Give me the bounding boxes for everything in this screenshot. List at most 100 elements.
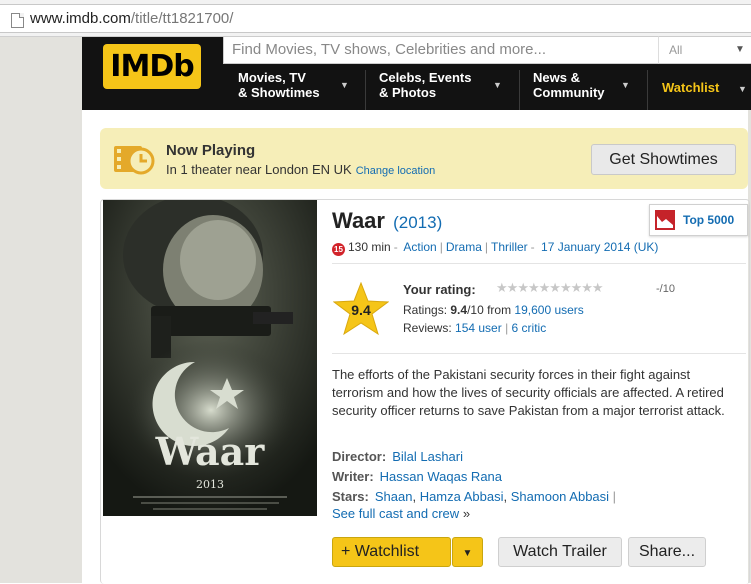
movie-poster[interactable]: Waar 2013 — [103, 200, 317, 516]
imdb-logo[interactable]: IMDb — [103, 44, 201, 89]
star-icon[interactable]: ★ — [507, 280, 519, 295]
get-showtimes-button[interactable]: Get Showtimes — [591, 144, 736, 175]
poster-year-text: 2013 — [196, 478, 224, 491]
nav-watchlist-label: Watchlist — [662, 80, 720, 95]
page-title: Waar — [332, 208, 385, 233]
nav-news-line1: News & — [533, 70, 580, 85]
chevron-down-icon: ▼ — [735, 44, 745, 55]
search-box — [223, 36, 659, 64]
star-link-shaan[interactable]: Shaan — [375, 489, 413, 504]
divider — [332, 263, 746, 264]
poster-artwork: Waar 2013 — [103, 200, 317, 516]
share-button[interactable]: Share... — [628, 537, 706, 567]
certificate-badge: 15 — [332, 243, 345, 256]
star-icon[interactable]: ★ — [539, 280, 551, 295]
star-icon[interactable]: ★ — [581, 280, 593, 295]
star-icon[interactable]: ★ — [571, 280, 583, 295]
stars-label: Stars: — [332, 489, 369, 504]
now-playing-location: In 1 theater near London EN UK — [166, 162, 352, 177]
critic-reviews-link[interactable]: 6 critic — [512, 321, 547, 335]
nav-celebs-line1: Celebs, Events — [379, 70, 472, 85]
nav-movies-tv[interactable]: Movies, TV & Showtimes ▼ — [238, 70, 349, 110]
url-host: www.imdb.com — [30, 10, 131, 27]
nav-news-line2: Community — [533, 85, 605, 100]
imdb-header: IMDb All ▼ Movies, TV & Showtimes ▼ Cele… — [82, 36, 751, 110]
poster-title-text: Waar — [155, 429, 266, 474]
star-icon[interactable]: ★ — [528, 280, 540, 295]
user-rating-stars[interactable]: ★★★★★★★★★★ — [496, 280, 604, 296]
nav-celebs-line2: & Photos — [379, 85, 437, 100]
top-5000-badge[interactable]: Top 5000 — [649, 204, 748, 236]
full-cast-link[interactable]: See full cast and crew — [332, 506, 459, 521]
browser-address-bar: www.imdb.com/title/tt1821700/ — [0, 0, 751, 37]
nav-divider — [365, 70, 366, 110]
stars-credit: Stars: Shaan, Hamza Abbasi, Shamoon Abbas… — [332, 489, 617, 504]
trend-chart-icon — [655, 210, 675, 230]
divider — [332, 353, 746, 354]
reviews-label: Reviews: — [403, 321, 452, 335]
genre-link-drama[interactable]: Drama — [446, 240, 482, 254]
ratings-label: Ratings: — [403, 303, 448, 317]
genre-link-action[interactable]: Action — [403, 240, 436, 254]
watchlist-dropdown-button[interactable]: ▼ — [452, 537, 483, 567]
imdb-rating-value: 9.4 — [351, 302, 371, 318]
nav-divider — [519, 70, 520, 110]
watch-trailer-button[interactable]: Watch Trailer — [498, 537, 622, 567]
nav-celebs-events[interactable]: Celebs, Events & Photos ▼ — [379, 70, 502, 110]
release-date-link[interactable]: 17 January 2014 (UK) — [541, 240, 658, 254]
caret-down-icon: ▼ — [493, 80, 502, 90]
caret-down-icon: ▼ — [621, 80, 630, 90]
nav-news-community[interactable]: News & Community ▼ — [533, 70, 630, 110]
search-input[interactable] — [224, 37, 652, 61]
full-cast-row: See full cast and crew » — [332, 506, 471, 521]
reviews-summary: Reviews: 154 user | 6 critic — [403, 321, 547, 335]
caret-down-icon: ▼ — [340, 80, 349, 90]
ratings-score: 9.4 — [450, 303, 468, 317]
left-page-gutter — [0, 37, 82, 583]
writer-label: Writer: — [332, 469, 374, 484]
url-path: /title/tt1821700/ — [130, 10, 234, 27]
top-5000-label: Top 5000 — [683, 213, 735, 227]
ratings-out-of: /10 from — [467, 303, 512, 317]
writer-credit: Writer: Hassan Waqas Rana — [332, 469, 502, 484]
caret-down-icon: ▼ — [738, 84, 747, 94]
plot-description: The efforts of the Pakistani security fo… — [332, 367, 725, 418]
title-year-link[interactable]: (2013) — [393, 213, 442, 232]
now-playing-banner: Now Playing In 1 theater near London EN … — [100, 128, 748, 189]
nav-divider — [647, 70, 648, 110]
nav-movies-line1: Movies, TV — [238, 70, 306, 85]
ratings-users-link[interactable]: 19,600 users — [514, 303, 583, 317]
director-credit: Director: Bilal Lashari — [332, 449, 463, 464]
writer-link[interactable]: Hassan Waqas Rana — [380, 469, 502, 484]
title-infobar: 15 130 min - Action | Drama | Thriller - 17 Jan… — [332, 240, 658, 256]
title-header: Waar (2013) — [332, 208, 442, 234]
page-icon — [11, 13, 24, 28]
star-icon[interactable]: ★ — [496, 280, 508, 295]
your-rating-value: -/10 — [656, 283, 675, 295]
search-category-label: All — [669, 43, 683, 57]
url-text: www.imdb.com/title/tt1821700/ — [30, 10, 233, 27]
star-icon[interactable]: ★ — [592, 280, 604, 295]
add-to-watchlist-button[interactable]: + Watchlist — [332, 537, 451, 567]
logo-text: IMDb — [110, 49, 194, 84]
now-playing-title: Now Playing — [166, 142, 256, 159]
star-link-shamoon-abbasi[interactable]: Shamoon Abbasi — [511, 489, 609, 504]
url-field[interactable]: www.imdb.com/title/tt1821700/ — [0, 4, 751, 33]
your-rating-label: Your rating: — [403, 282, 476, 297]
star-icon[interactable]: ★ — [560, 280, 572, 295]
film-clock-icon — [114, 146, 155, 175]
user-reviews-link[interactable]: 154 user — [455, 321, 502, 335]
main-content: Now Playing In 1 theater near London EN … — [82, 110, 750, 584]
star-icon[interactable]: ★ — [517, 280, 529, 295]
nav-movies-line2: & Showtimes — [238, 85, 320, 100]
genre-link-thriller[interactable]: Thriller — [491, 240, 528, 254]
chevron-down-icon: ▼ — [462, 548, 473, 559]
search-category-select[interactable]: All ▼ — [658, 36, 751, 64]
star-icon[interactable]: ★ — [549, 280, 561, 295]
change-location-link[interactable]: Change location — [356, 165, 436, 177]
runtime: 130 min — [348, 240, 391, 254]
star-link-hamza-abbasi[interactable]: Hamza Abbasi — [420, 489, 504, 504]
director-link[interactable]: Bilal Lashari — [392, 449, 463, 464]
ratings-summary: Ratings: 9.4/10 from 19,600 users — [403, 303, 584, 317]
director-label: Director: — [332, 449, 387, 464]
